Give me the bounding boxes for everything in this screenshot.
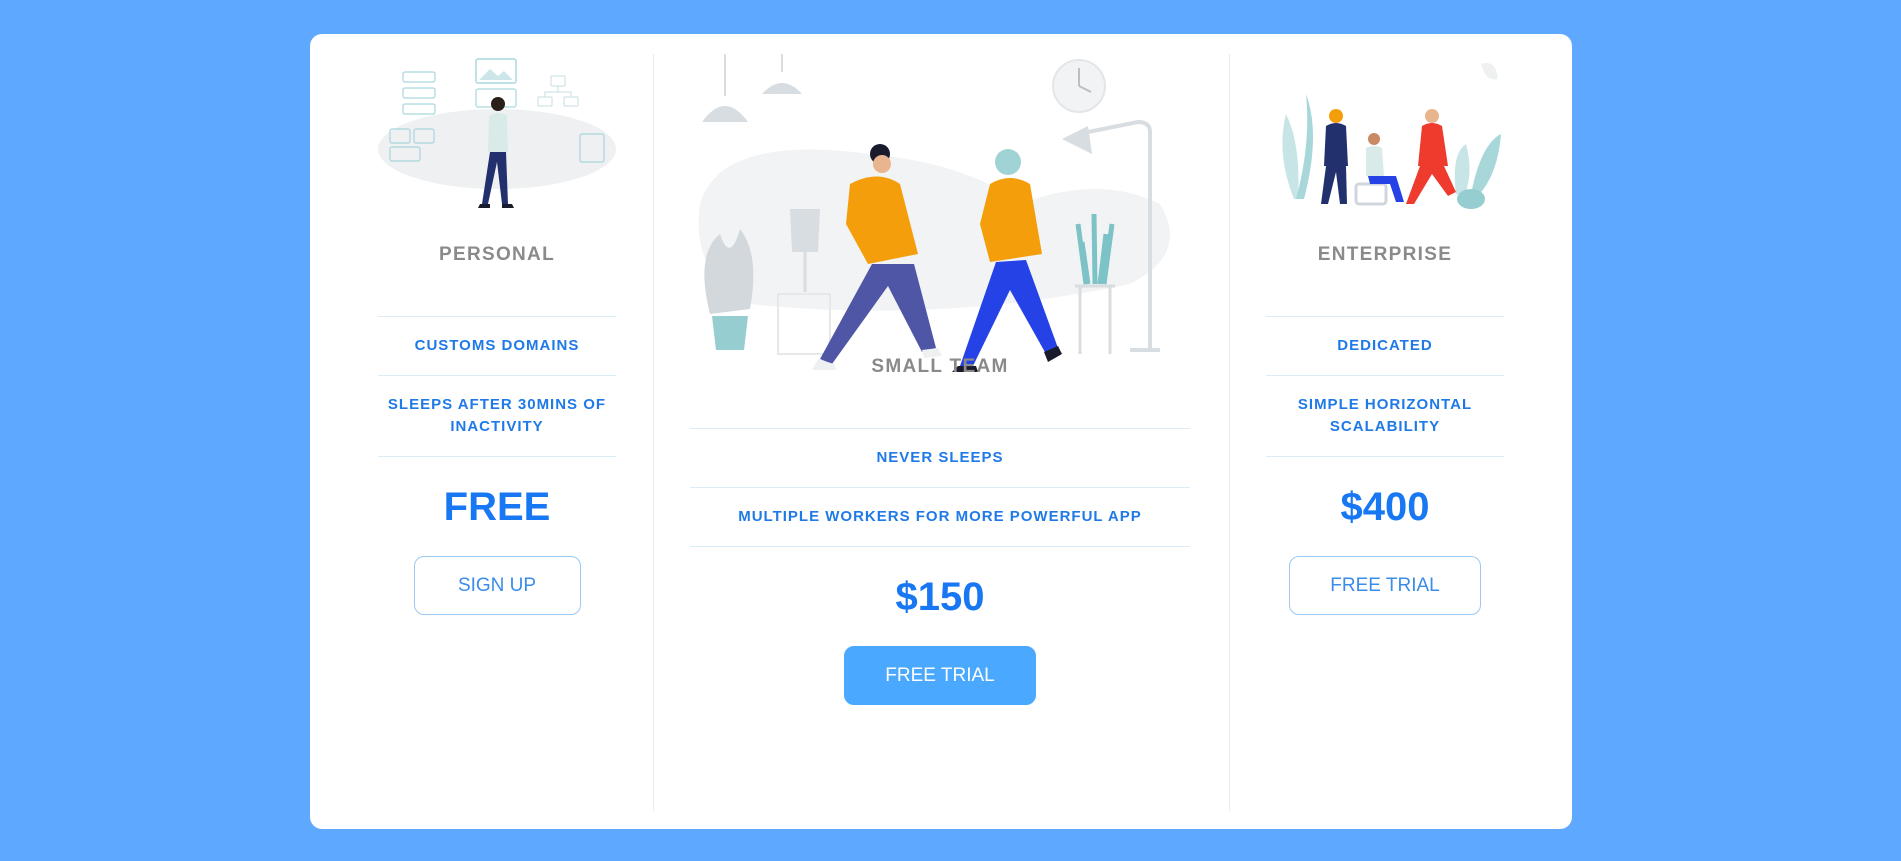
feature-list: DEDICATED SIMPLE HORIZONTAL SCALABILITY xyxy=(1266,316,1504,457)
column-divider xyxy=(653,54,654,811)
sign-up-button[interactable]: SIGN UP xyxy=(413,556,581,615)
feature-item: NEVER SLEEPS xyxy=(690,429,1190,488)
plan-price: $400 xyxy=(1340,485,1430,529)
two-people-walking-illustration xyxy=(698,54,1170,372)
free-trial-button[interactable]: FREE TRIAL xyxy=(844,646,1036,705)
feature-item: MULTIPLE WORKERS FOR MORE POWERFUL APP xyxy=(690,488,1190,547)
feature-list: CUSTOMS DOMAINS SLEEPS AFTER 30MINS OF I… xyxy=(378,316,616,457)
plan-title: PERSONAL xyxy=(439,244,555,265)
plan-price: $150 xyxy=(895,575,985,619)
plan-price: FREE xyxy=(443,485,551,529)
feature-item: SLEEPS AFTER 30MINS OF INACTIVITY xyxy=(378,376,616,457)
team-meeting-illustration xyxy=(1282,63,1501,209)
plan-title: ENTERPRISE xyxy=(1317,244,1453,265)
feature-item: CUSTOMS DOMAINS xyxy=(378,317,616,376)
plan-title: SMALL TEAM xyxy=(871,356,1009,377)
feature-list: NEVER SLEEPS MULTIPLE WORKERS FOR MORE P… xyxy=(690,428,1190,547)
plan-personal: PERSONAL CUSTOMS DOMAINS SLEEPS AFTER 30… xyxy=(378,54,616,811)
person-dashboard-illustration xyxy=(378,58,616,208)
free-trial-button[interactable]: FREE TRIAL xyxy=(1289,556,1481,615)
feature-item: SIMPLE HORIZONTAL SCALABILITY xyxy=(1266,376,1504,457)
feature-item: DEDICATED xyxy=(1266,317,1504,376)
pricing-card: PERSONAL CUSTOMS DOMAINS SLEEPS AFTER 30… xyxy=(310,34,1572,829)
plan-small-team: SMALL TEAM NEVER SLEEPS MULTIPLE WORKERS… xyxy=(690,54,1190,811)
column-divider xyxy=(1229,54,1230,811)
plan-enterprise: ENTERPRISE DEDICATED SIMPLE HORIZONTAL S… xyxy=(1266,54,1504,811)
